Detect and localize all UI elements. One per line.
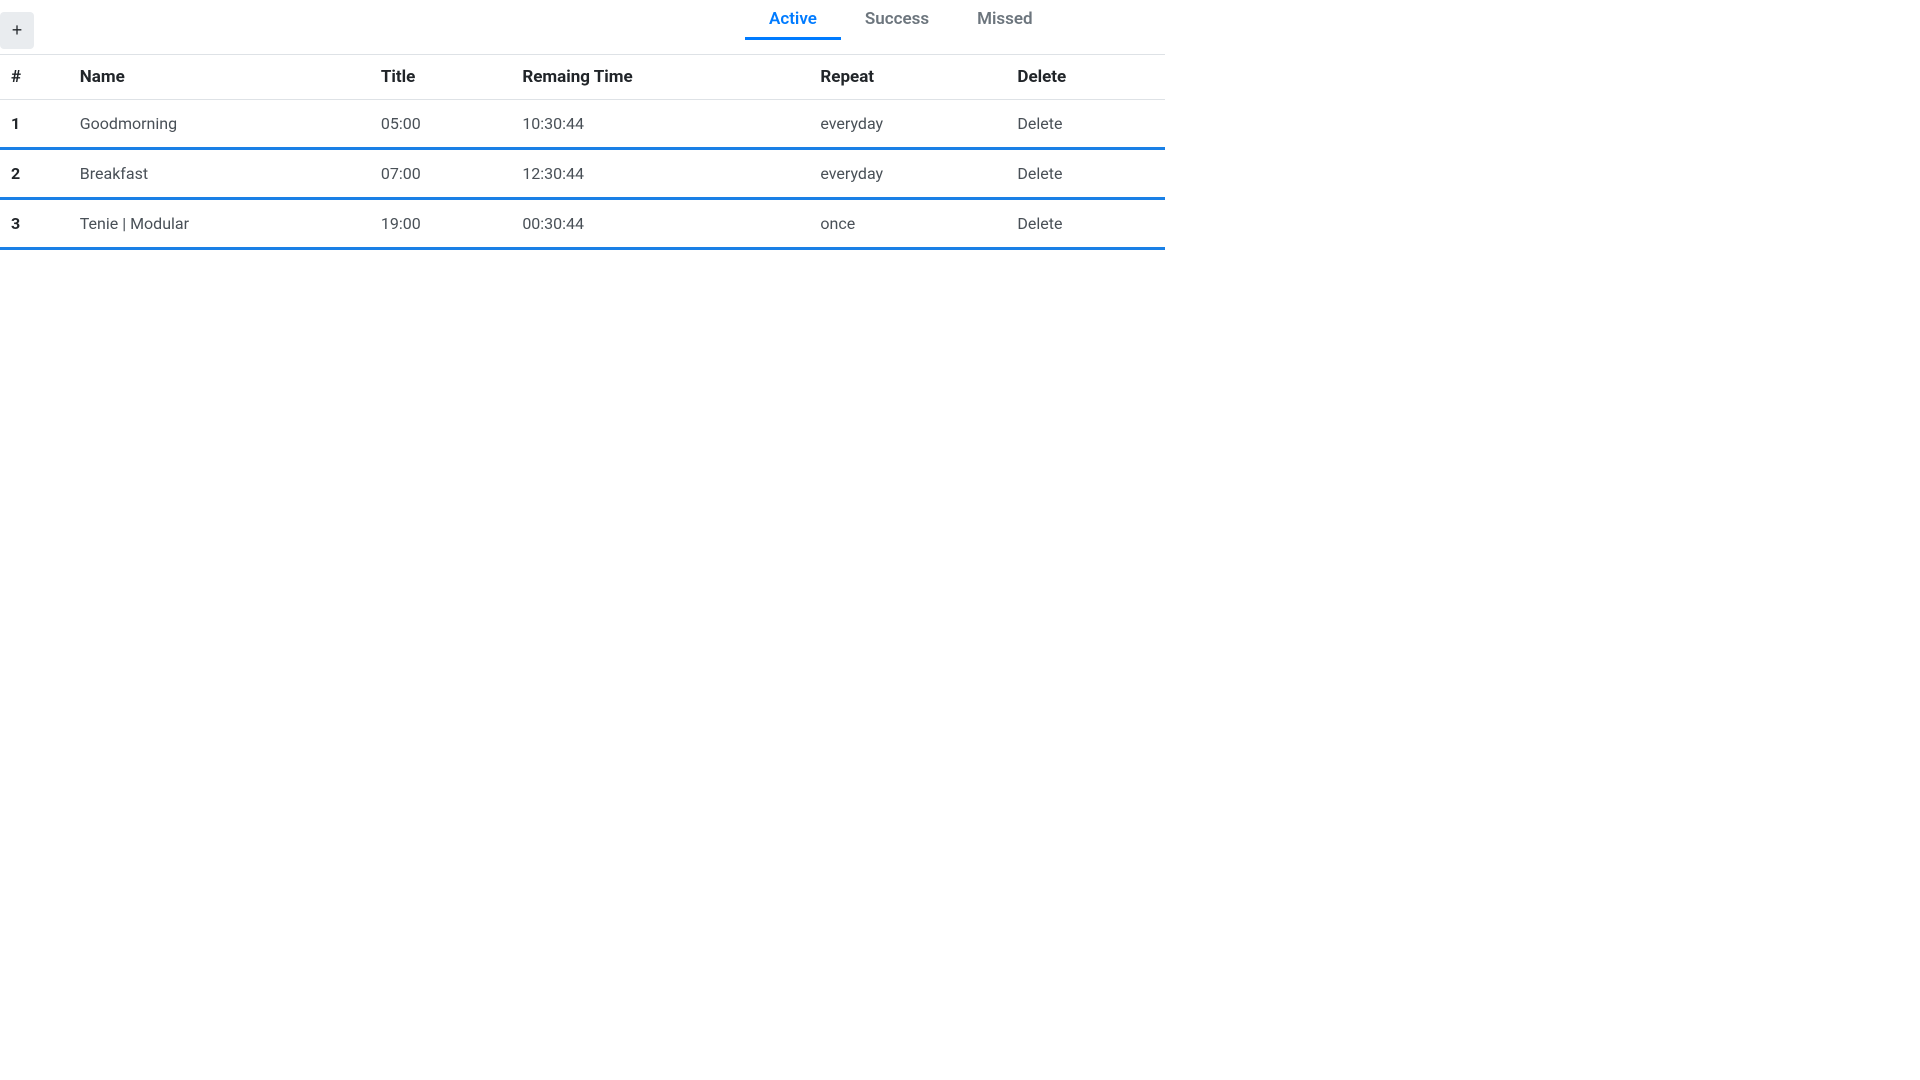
delete-button[interactable]: Delete	[1017, 114, 1062, 133]
schedule-table: # Name Title Remaing Time Repeat Delete …	[0, 55, 1165, 250]
table-row: 3 Tenie | Modular 19:00 00:30:44 once De…	[0, 199, 1165, 249]
table-row: 2 Breakfast 07:00 12:30:44 everyday Dele…	[0, 149, 1165, 199]
cell-remaining: 12:30:44	[518, 149, 816, 199]
delete-button[interactable]: Delete	[1017, 164, 1062, 183]
cell-title: 05:00	[377, 100, 518, 149]
add-button[interactable]: +	[0, 12, 34, 49]
header-row: + Active Success Missed	[0, 0, 1165, 55]
header-repeat: Repeat	[816, 55, 1013, 100]
cell-repeat: once	[816, 199, 1013, 249]
header-delete: Delete	[1013, 55, 1165, 100]
cell-remaining: 10:30:44	[518, 100, 816, 149]
table-row: 1 Goodmorning 05:00 10:30:44 everyday De…	[0, 100, 1165, 149]
cell-name: Breakfast	[76, 149, 377, 199]
delete-button[interactable]: Delete	[1017, 214, 1062, 233]
cell-index: 2	[0, 149, 76, 199]
tab-success[interactable]: Success	[841, 1, 953, 40]
cell-name: Goodmorning	[76, 100, 377, 149]
cell-name: Tenie | Modular	[76, 199, 377, 249]
cell-title: 07:00	[377, 149, 518, 199]
header-remaining: Remaing Time	[518, 55, 816, 100]
header-title: Title	[377, 55, 518, 100]
cell-remaining: 00:30:44	[518, 199, 816, 249]
cell-index: 1	[0, 100, 76, 149]
header-index: #	[0, 55, 76, 100]
tab-active[interactable]: Active	[745, 1, 841, 40]
tab-missed[interactable]: Missed	[953, 1, 1057, 40]
header-name: Name	[76, 55, 377, 100]
app-container: + Active Success Missed # Name Title Rem…	[0, 0, 1165, 250]
cell-title: 19:00	[377, 199, 518, 249]
tabs-nav: Active Success Missed	[745, 0, 1057, 40]
cell-repeat: everyday	[816, 149, 1013, 199]
table-header-row: # Name Title Remaing Time Repeat Delete	[0, 55, 1165, 100]
cell-repeat: everyday	[816, 100, 1013, 149]
cell-index: 3	[0, 199, 76, 249]
